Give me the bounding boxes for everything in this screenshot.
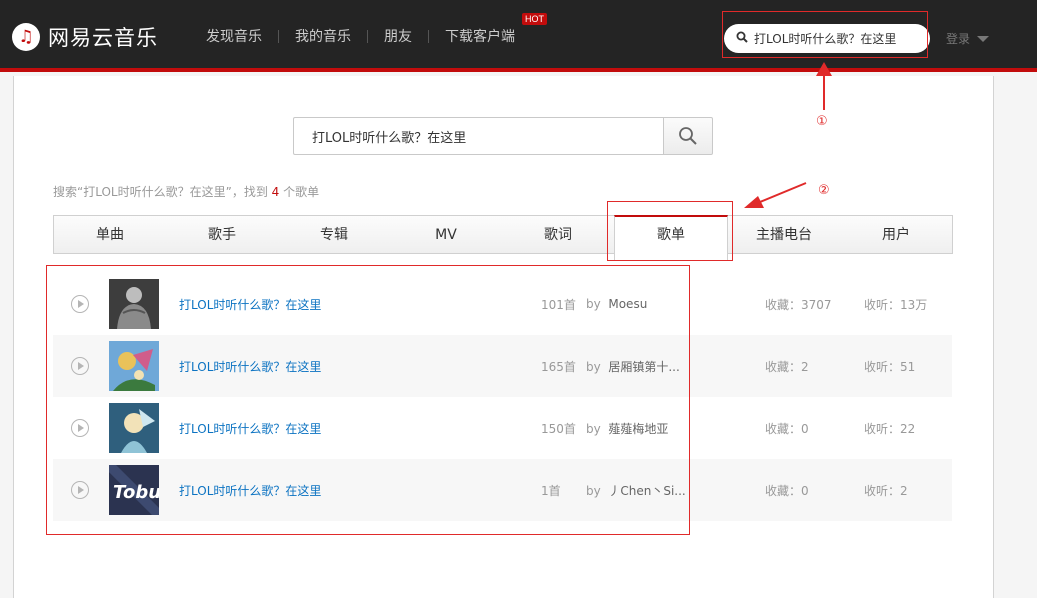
annotation-arrows xyxy=(744,62,832,208)
annotation-number-1: ① xyxy=(816,114,828,129)
arrow-left-line xyxy=(759,182,807,203)
arrow-left-head xyxy=(744,196,764,208)
annotation-number-2: ② xyxy=(818,183,830,198)
arrow-up-head xyxy=(816,62,832,76)
